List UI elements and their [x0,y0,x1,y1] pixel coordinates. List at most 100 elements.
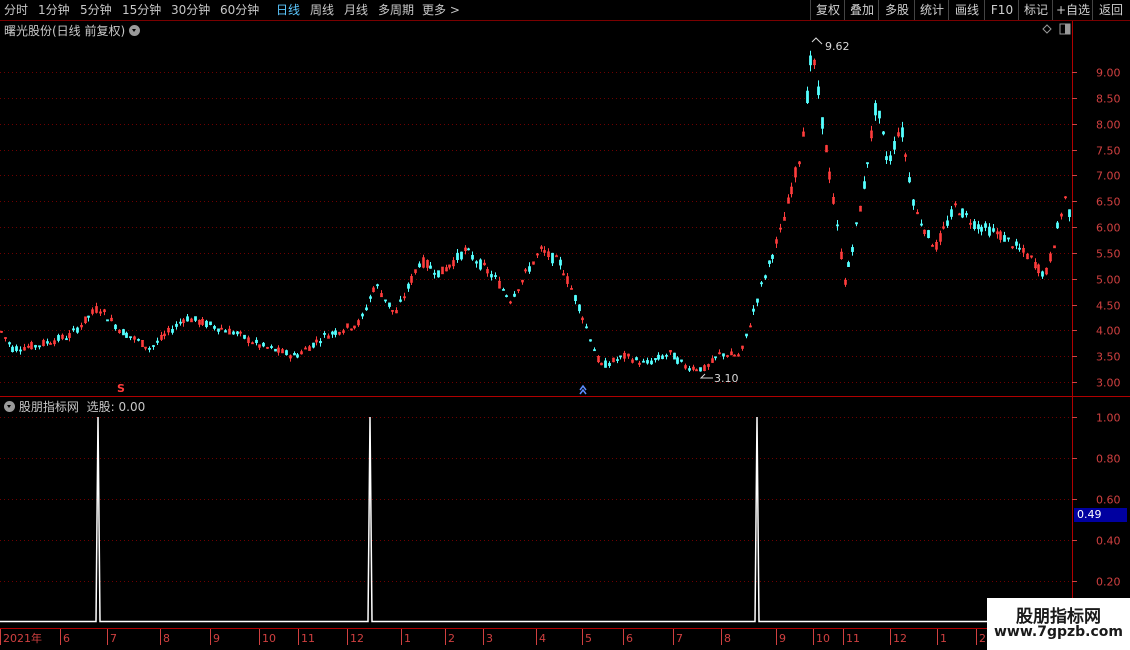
candle-down [125,332,128,338]
time-tick-label: 6 [626,632,633,645]
candle-down [608,362,611,366]
time-tick-label: 1 [940,632,947,645]
candle-down [661,355,664,360]
time-tick-label: 2 [448,632,455,645]
indicator-name: 股朋指标网 [18,400,79,414]
candle-down [171,329,174,333]
candle-down [87,315,90,318]
candle-down [642,360,645,363]
candle-down [756,298,759,303]
candle-down [209,321,212,326]
candle-down [961,208,964,218]
candle-down [1018,247,1021,250]
high-price-label: 9.62 [825,40,850,53]
dropdown-icon[interactable] [129,25,141,36]
indicator-series [0,416,1071,623]
candle-down [866,162,869,165]
indicator-current-value: 0.49 [1074,508,1127,522]
candle-down [217,328,220,332]
candle-down [471,254,474,260]
candle-down [437,270,440,278]
candle-down [319,341,322,344]
candle-down [76,327,79,333]
candle-down [977,224,980,230]
candle-down [57,335,60,341]
candle-down [205,320,208,328]
indicator-gridlines [0,417,1072,582]
candle-down [407,283,410,289]
price-tick-label: 4.50 [1096,300,1121,313]
candle-down [752,308,755,312]
price-axis: 3.00 3.50 4.00 4.50 5.00 5.50 6.00 6.50 7.00 7.50… [1072,67,1121,390]
candle-down [122,329,125,336]
price-tick-label: 4.00 [1096,325,1121,338]
candle-down [616,359,619,361]
candle-down [604,360,607,368]
candle-down [479,259,482,270]
main-chart-title[interactable]: 曙光股份(日线 前复权) [4,22,141,39]
candle-down [973,221,976,230]
price-tick-label: 8.00 [1096,119,1121,132]
candle-down [965,213,968,216]
candle-down [764,275,767,279]
time-tick-label: 6 [63,632,70,645]
candle-down [676,357,679,364]
candle-down [908,177,911,183]
candle-down [505,295,508,298]
candle-down [312,342,315,348]
candle-down [874,103,877,116]
watermark-logo: 股朋指标网 www.7gpzb.com [987,598,1130,650]
candle-down [578,304,581,312]
dropdown-icon[interactable] [4,401,15,412]
candle-down [38,345,41,348]
candle-down [665,354,668,357]
time-tick-label: 11 [846,632,860,645]
candle-down [270,346,273,348]
candle-down [243,334,246,339]
candle-down [148,347,151,350]
time-tick-label: 1 [404,632,411,645]
candle-down [619,355,622,358]
candle-up [555,255,558,258]
candle-down [8,342,11,345]
high-annotation: 9.62 [811,37,850,53]
indicator-line [0,416,1071,623]
candle-down [950,209,953,217]
candle-down [847,262,850,268]
candle-down [460,251,463,260]
watermark-url: www.7gpzb.com [993,624,1123,640]
time-tick-label: 5 [585,632,592,645]
candle-down [809,55,812,66]
indicator-title[interactable]: 股朋指标网 选股: 0.00 [4,398,145,415]
low-annotation: 3.10 [699,372,739,385]
candle-down [186,316,189,322]
time-tick-label: 8 [163,632,170,645]
candle-down [331,331,334,335]
time-tick-label: 12 [893,632,907,645]
time-tick-label: 9 [213,632,220,645]
candle-down [262,342,265,347]
stock-title: 曙光股份(日线 前复权) [4,24,126,38]
candle-down [399,299,402,302]
time-tick-label: 2021年 [3,631,42,645]
candle-down [194,316,197,321]
candle-down [72,328,75,331]
candle-down [657,354,660,360]
diamond-icon[interactable] [1042,24,1052,34]
candle-down [106,319,109,322]
high-pointer-icon [811,37,823,45]
price-tick-label: 5.00 [1096,274,1121,287]
candle-down [65,338,68,341]
time-axis: 2021年 6 7 8 9 10 11 12 1 2 3 4 5 6 7 8 9 10 11 12 1 2 [0,629,986,645]
candle-down [433,272,436,275]
candle-down [821,117,824,129]
candle-down [334,330,337,335]
candle-down [528,266,531,272]
candle-down [1007,237,1010,240]
indicator-tick-label: 0.60 [1096,494,1121,507]
indicator-value: 选股: 0.00 [86,400,146,414]
candle-down [980,226,983,232]
indicator-tick-label: 1.00 [1096,412,1121,425]
candle-down [152,345,155,347]
candle-down [635,357,638,361]
